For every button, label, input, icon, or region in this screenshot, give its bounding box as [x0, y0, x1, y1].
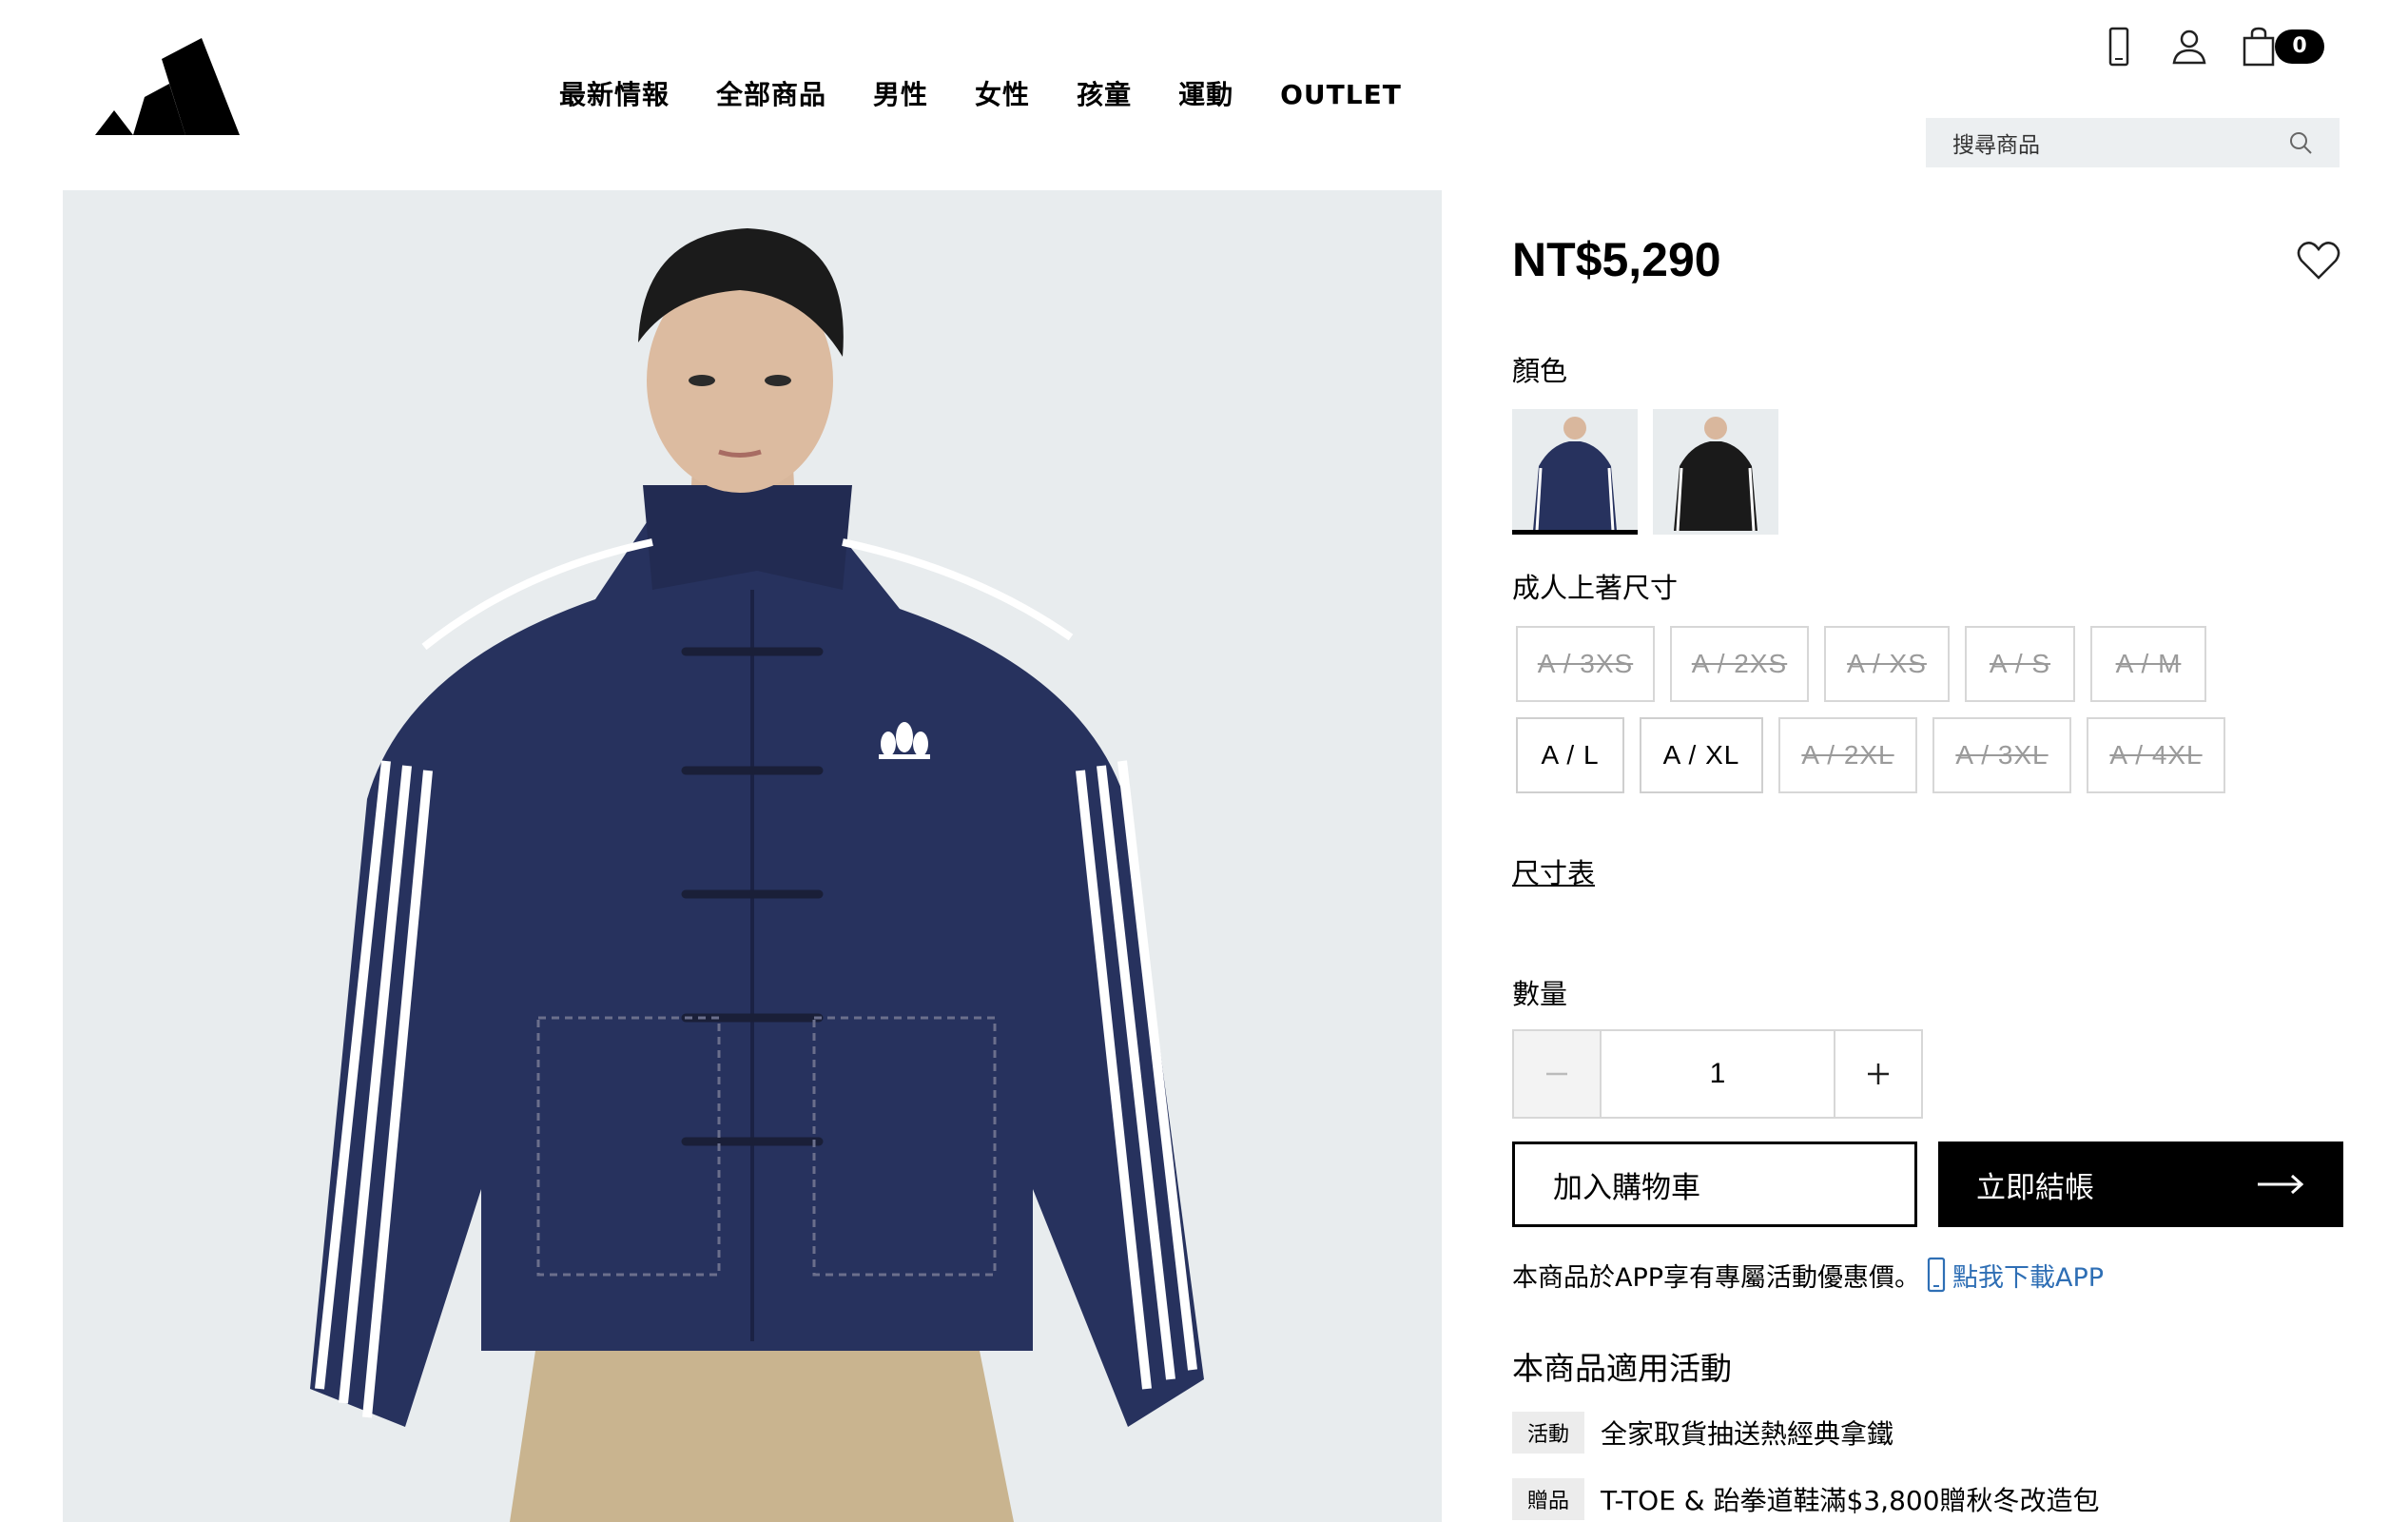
nav-kids[interactable]: 孩童 [1077, 76, 1132, 114]
size-grid: A / 3XS A / 2XS A / XS A / S A / M A / L… [1516, 626, 2239, 809]
mobile-icon [1927, 1257, 1946, 1293]
size-option[interactable]: A / 4XL [2087, 717, 2225, 793]
nav-sports[interactable]: 運動 [1178, 76, 1233, 114]
promo-row[interactable]: 贈品 T-TOE & 跆拳道鞋滿$3,800贈秋冬改造包 [1512, 1478, 2100, 1520]
search-input[interactable]: 搜尋商品 [1926, 118, 2340, 167]
promo-tag: 活動 [1512, 1412, 1584, 1454]
nav-men[interactable]: 男性 [873, 76, 928, 114]
app-note-text: 本商品於APP享有專屬活動優惠價。 [1512, 1262, 1921, 1293]
color-swatch-black[interactable] [1653, 409, 1778, 535]
nav-all-products[interactable]: 全部商品 [716, 76, 826, 114]
promo-text: T-TOE & 跆拳道鞋滿$3,800贈秋冬改造包 [1601, 1485, 2100, 1516]
plus-icon [1868, 1063, 1889, 1084]
quantity-stepper: 1 [1512, 1029, 1923, 1119]
app-promo-note: 本商品於APP享有專屬活動優惠價。 點我下載APP [1512, 1256, 2104, 1294]
nav-women[interactable]: 女性 [975, 76, 1030, 114]
adidas-logo[interactable] [95, 38, 257, 141]
quantity-decrease-button[interactable] [1514, 1031, 1602, 1117]
size-option[interactable]: A / 2XL [1778, 717, 1917, 793]
nav-outlet[interactable]: OUTLET [1280, 76, 1402, 114]
size-option[interactable]: A / L [1516, 717, 1624, 793]
size-option[interactable]: A / 3XL [1932, 717, 2071, 793]
mobile-icon[interactable] [2098, 25, 2140, 68]
nav-latest[interactable]: 最新情報 [559, 76, 670, 114]
product-image[interactable] [63, 190, 1442, 1522]
swatch-navy-thumbnail [1512, 409, 1638, 530]
model-jacket-illustration [310, 228, 1204, 1522]
size-label: 成人上著尺寸 [1512, 572, 1679, 604]
swatch-black-thumbnail [1653, 409, 1778, 535]
search-icon[interactable] [2288, 130, 2313, 155]
user-icon[interactable] [2168, 25, 2210, 68]
checkout-label: 立即結帳 [1976, 1170, 2094, 1205]
main-nav: 最新情報 全部商品 男性 女性 孩童 運動 OUTLET [559, 76, 1402, 114]
bag-icon[interactable] [2238, 25, 2280, 68]
size-option[interactable]: A / XL [1640, 717, 1763, 793]
arrow-right-icon [2258, 1174, 2304, 1195]
color-swatch-navy[interactable] [1512, 409, 1638, 535]
add-to-cart-button[interactable]: 加入購物車 [1512, 1142, 1917, 1227]
promotions-title: 本商品適用活動 [1512, 1350, 1732, 1387]
size-row: A / L A / XL A / 2XL A / 3XL A / 4XL [1516, 717, 2239, 793]
checkout-button[interactable]: 立即結帳 [1938, 1142, 2343, 1227]
product-price: NT$5,290 [1512, 233, 1721, 286]
size-chart-link[interactable]: 尺寸表 [1512, 851, 1595, 891]
size-option[interactable]: A / 2XS [1670, 626, 1809, 702]
quantity-label: 數量 [1512, 978, 1568, 1010]
minus-icon [1546, 1072, 1567, 1076]
search-placeholder: 搜尋商品 [1952, 133, 2040, 158]
download-app-link[interactable]: 點我下載APP [1920, 1256, 2104, 1294]
size-option[interactable]: A / XS [1824, 626, 1950, 702]
heart-icon[interactable] [2296, 240, 2341, 282]
quantity-value[interactable]: 1 [1602, 1031, 1834, 1117]
promo-row[interactable]: 活動 全家取貨抽送熱經典拿鐵 [1512, 1412, 1893, 1454]
size-option[interactable]: A / M [2090, 626, 2206, 702]
promo-tag: 贈品 [1512, 1478, 1584, 1520]
promo-text: 全家取貨抽送熱經典拿鐵 [1601, 1418, 1894, 1450]
add-to-cart-label: 加入購物車 [1553, 1170, 1700, 1205]
quantity-increase-button[interactable] [1834, 1031, 1921, 1117]
download-app-label: 點我下載APP [1952, 1262, 2105, 1293]
cart-count-badge[interactable]: 0 [2275, 29, 2324, 64]
color-label: 顏色 [1512, 355, 1568, 387]
size-option[interactable]: A / S [1965, 626, 2075, 702]
size-option[interactable]: A / 3XS [1516, 626, 1655, 702]
size-row: A / 3XS A / 2XS A / XS A / S A / M [1516, 626, 2239, 702]
